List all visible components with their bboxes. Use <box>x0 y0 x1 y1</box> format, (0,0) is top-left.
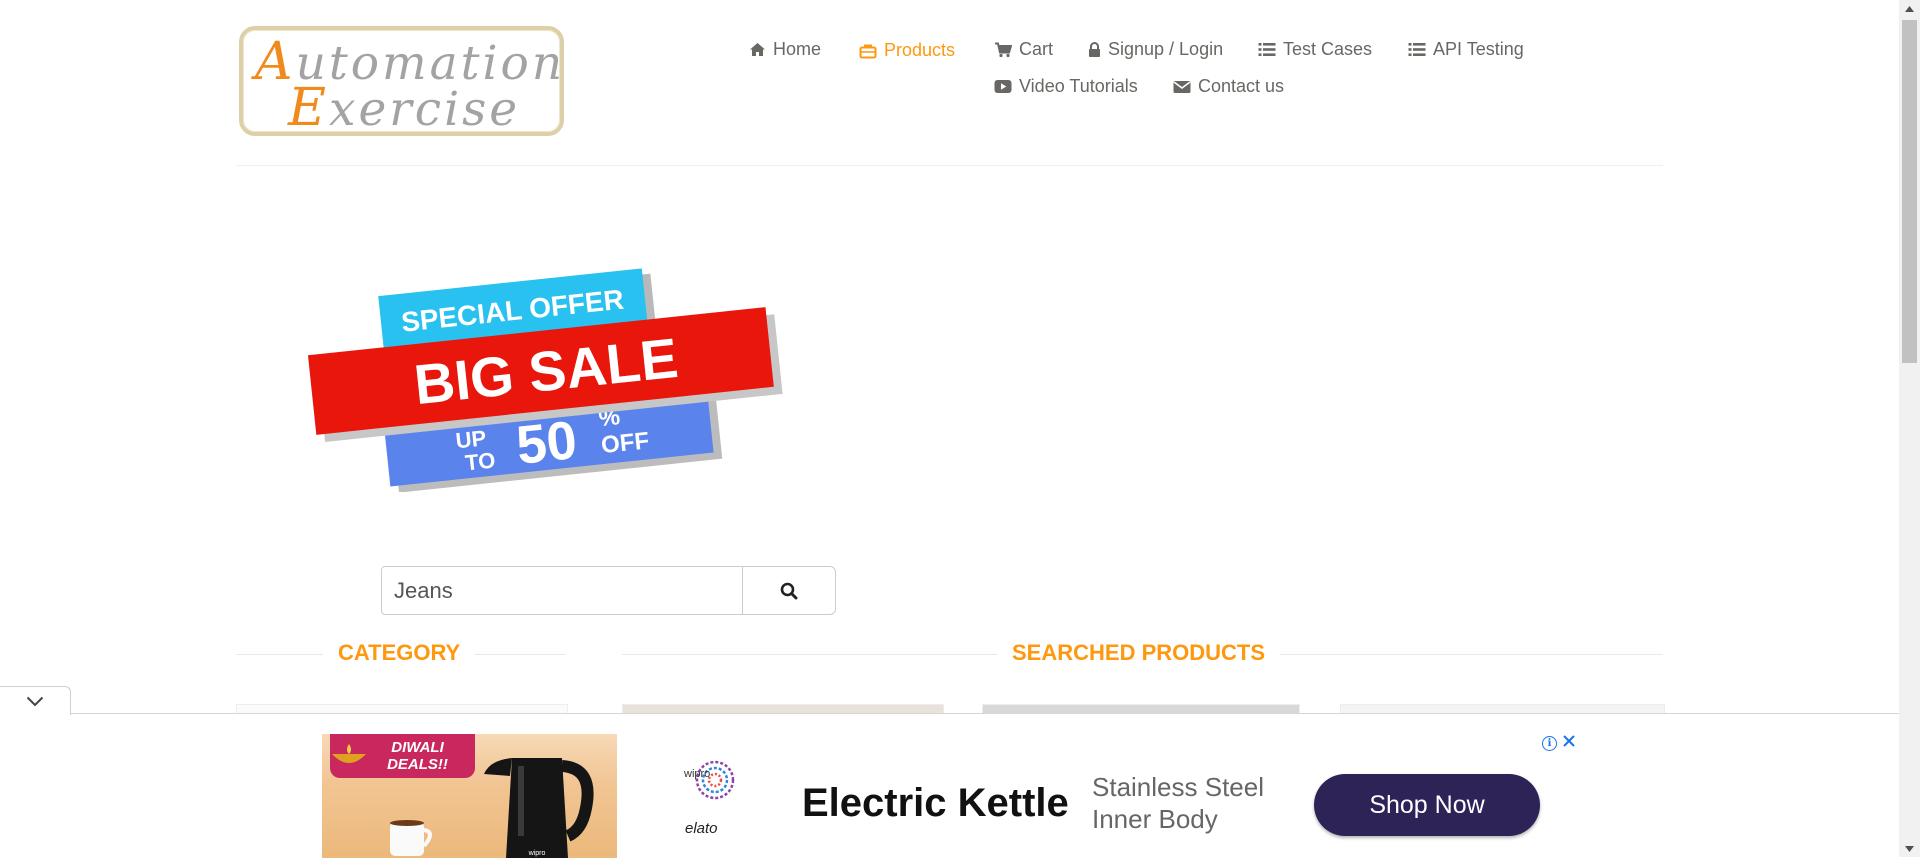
searched-products-heading: SEARCHED PRODUCTS <box>997 640 1281 666</box>
nav-contact-us[interactable]: Contact us <box>1173 76 1284 97</box>
kettle-ad[interactable]: DIWALI DEALS!! wipro wipro elato Electri… <box>322 724 1578 858</box>
banner-to: TO <box>464 447 497 475</box>
nav-cart[interactable]: Cart <box>994 39 1053 60</box>
ad-title[interactable]: Electric Kettle <box>802 781 1069 826</box>
nav-contact-us-label: Contact us <box>1198 76 1285 96</box>
envelope-icon <box>1173 80 1191 93</box>
nav-api-testing[interactable]: API Testing <box>1408 39 1524 60</box>
ad-brand-wipro: wipro <box>684 768 711 780</box>
list-icon <box>1258 43 1276 56</box>
search-product-input[interactable] <box>381 566 745 615</box>
lock-icon <box>1089 41 1100 57</box>
ad-brand-elato: elato <box>685 820 718 837</box>
page-scrollbar[interactable] <box>1899 0 1920 857</box>
nav-test-cases[interactable]: Test Cases <box>1258 39 1372 60</box>
kettle-brand-label: wipro <box>528 850 546 857</box>
shop-now-button[interactable]: Shop Now <box>1314 774 1540 836</box>
scroll-up-arrow[interactable] <box>1899 0 1920 17</box>
special-offer-banner: SPECIAL OFFER UP TO 50 % OFF BIG SALE <box>307 268 783 492</box>
youtube-play-icon <box>994 80 1012 93</box>
nav-home-label: Home <box>773 39 822 59</box>
chevron-down-icon <box>26 696 44 706</box>
scroll-down-arrow[interactable] <box>1899 840 1920 857</box>
logo-line-2: Exercise <box>288 78 521 138</box>
diya-lamp-icon <box>332 744 366 763</box>
scroll-thumb[interactable] <box>1902 20 1917 363</box>
banner-off: OFF <box>600 427 651 459</box>
nav-home[interactable]: Home <box>749 39 821 60</box>
kettle-image: wipro <box>484 758 594 858</box>
bottom-ad-bar: DIWALI DEALS!! wipro wipro elato Electri… <box>0 713 1899 858</box>
ad-info-icon[interactable]: i <box>1542 736 1557 751</box>
ad-collapse-toggle[interactable] <box>0 686 71 715</box>
nav-cart-label: Cart <box>1019 39 1054 59</box>
nav-signup-login[interactable]: Signup / Login <box>1088 39 1223 60</box>
nav-test-cases-label: Test Cases <box>1283 39 1373 59</box>
list-icon <box>1408 43 1426 56</box>
coffee-cup-image <box>390 820 432 856</box>
briefcase-icon <box>859 44 877 58</box>
wipro-logo-icon <box>695 760 735 800</box>
nav-products[interactable]: Products <box>859 40 955 61</box>
nav-video-tutorials-label: Video Tutorials <box>1019 76 1138 96</box>
nav-products-label: Products <box>884 40 956 60</box>
home-icon <box>750 43 765 56</box>
nav-api-testing-label: API Testing <box>1433 39 1524 59</box>
site-logo[interactable]: Automation Exercise <box>239 26 564 138</box>
nav-video-tutorials[interactable]: Video Tutorials <box>994 76 1138 97</box>
search-button[interactable] <box>742 566 836 615</box>
nav-signup-login-label: Signup / Login <box>1108 39 1224 59</box>
search-icon <box>780 582 798 599</box>
category-heading: CATEGORY <box>323 640 476 666</box>
ad-subtitle: Stainless Steel Inner Body <box>1092 772 1264 834</box>
header-divider <box>236 165 1663 166</box>
ad-close-icon[interactable] <box>1560 730 1578 752</box>
cart-icon <box>995 42 1012 57</box>
ad-product-image[interactable]: DIWALI DEALS!! wipro <box>322 734 617 858</box>
